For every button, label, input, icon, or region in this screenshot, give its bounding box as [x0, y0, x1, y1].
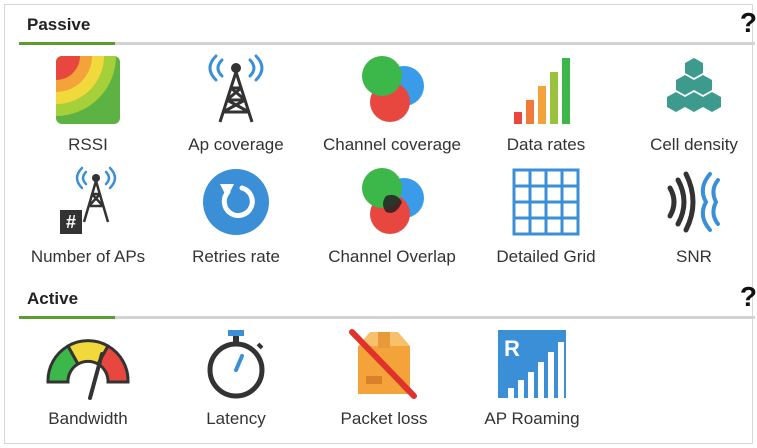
passive-divider-accent: [19, 42, 115, 45]
active-section-title: Active: [27, 289, 79, 308]
tool-number-of-aps[interactable]: # Number of APs: [13, 165, 163, 277]
passive-section-title: Passive: [27, 15, 91, 34]
ap-count-icon: #: [13, 165, 163, 239]
roaming-badge: R: [504, 336, 520, 361]
hexagons-icon: [619, 53, 757, 127]
passive-help-button[interactable]: ?: [740, 7, 757, 39]
grid-icon: [471, 165, 621, 239]
tool-label: Channel Overlap: [328, 247, 456, 266]
stopwatch-icon: [161, 327, 311, 401]
active-divider: [19, 316, 755, 319]
passive-section-header: Passive ?: [15, 7, 757, 45]
tool-label: Bandwidth: [48, 409, 128, 428]
tool-label: Packet loss: [340, 409, 428, 428]
tool-label: Number of APs: [30, 247, 146, 266]
tool-label: AP Roaming: [484, 409, 580, 428]
passive-divider: [19, 42, 755, 45]
tool-label: SNR: [676, 247, 712, 266]
tool-ap-roaming[interactable]: R AP Roaming: [457, 327, 607, 439]
tool-label: Ap coverage: [188, 135, 284, 154]
channel-overlap-icon: [317, 165, 467, 239]
tool-bandwidth[interactable]: Bandwidth: [13, 327, 163, 439]
snr-waves-icon: [619, 165, 757, 239]
tool-packet-loss[interactable]: Packet loss: [309, 327, 459, 439]
channel-circles-icon: [317, 53, 467, 127]
tool-label: RSSI: [68, 135, 108, 154]
tool-channel-coverage[interactable]: Channel coverage: [317, 53, 467, 165]
tool-ap-coverage[interactable]: Ap coverage: [161, 53, 311, 165]
tool-label: Latency: [206, 409, 266, 428]
tool-channel-overlap[interactable]: Channel Overlap: [317, 165, 467, 277]
rssi-heatmap-icon: [13, 53, 163, 127]
tool-label: Detailed Grid: [496, 247, 596, 266]
ap-count-badge: #: [66, 212, 76, 232]
roaming-icon: R: [457, 327, 607, 401]
tool-retries-rate[interactable]: Retries rate: [161, 165, 311, 277]
tool-label: Retries rate: [192, 247, 280, 266]
ap-tower-icon: [161, 53, 311, 127]
retry-icon: [161, 165, 311, 239]
tool-label: Channel coverage: [323, 135, 461, 154]
tool-rssi[interactable]: RSSI: [13, 53, 163, 165]
tool-latency[interactable]: Latency: [161, 327, 311, 439]
tool-label: Cell density: [650, 135, 738, 154]
tool-data-rates[interactable]: Data rates: [471, 53, 621, 165]
tools-panel: Passive ? RSSI Ap coverage Channel cover…: [4, 4, 757, 444]
tool-detailed-grid[interactable]: Detailed Grid: [471, 165, 621, 277]
signal-bars-icon: [471, 53, 621, 127]
active-help-button[interactable]: ?: [740, 281, 757, 313]
gauge-icon: [13, 327, 163, 401]
active-section-header: Active ?: [15, 281, 757, 319]
crossed-box-icon: [309, 327, 459, 401]
tool-cell-density[interactable]: Cell density: [619, 53, 757, 165]
tool-snr[interactable]: SNR: [619, 165, 757, 277]
active-divider-accent: [19, 316, 115, 319]
tool-label: Data rates: [506, 135, 586, 154]
